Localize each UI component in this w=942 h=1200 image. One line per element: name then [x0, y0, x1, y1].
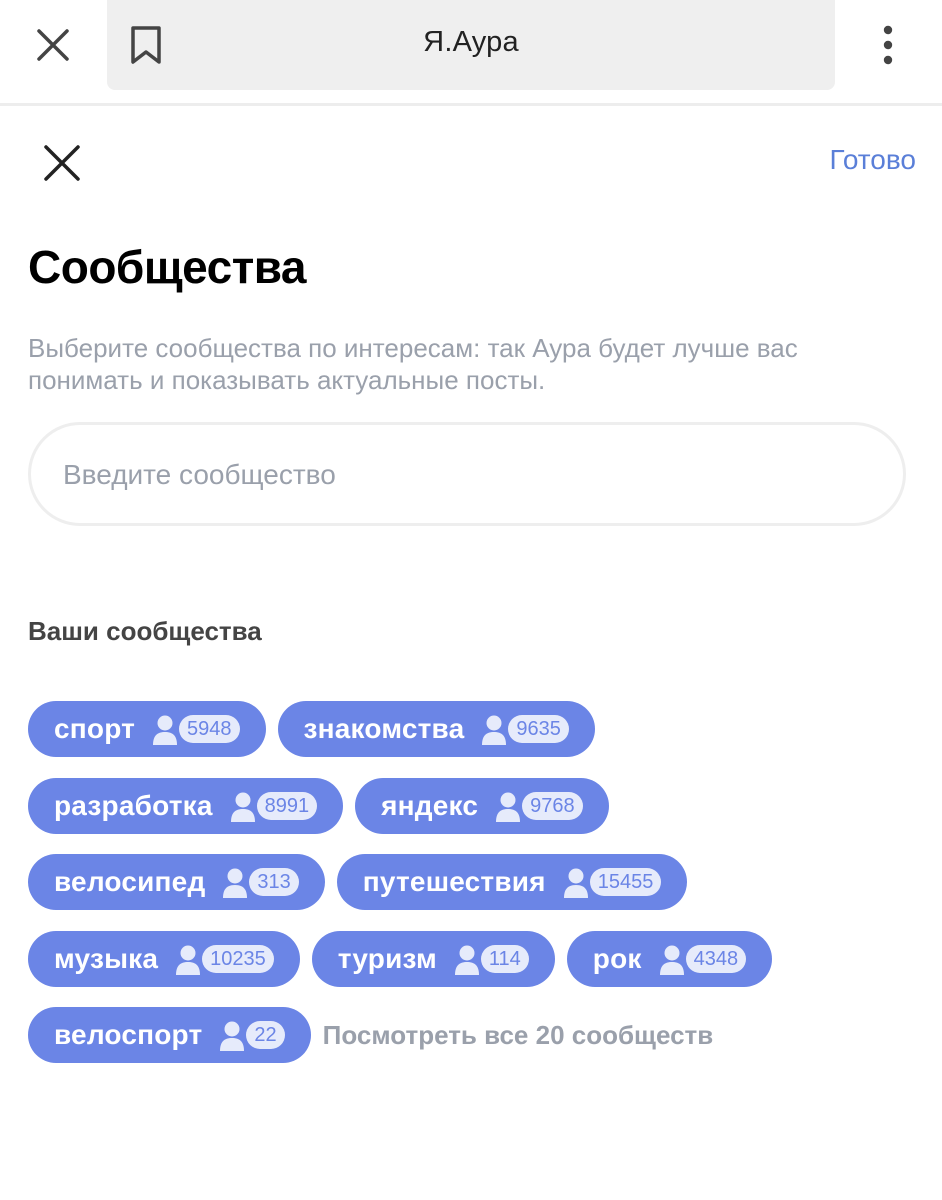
member-count: 15455 [589, 868, 662, 896]
user-icon [223, 866, 248, 898]
chip-row: музыка 10235 туризм 114 рок 4348 [28, 931, 784, 987]
chip-label: путешествия [362, 866, 546, 897]
user-icon [496, 790, 521, 822]
user-icon [153, 713, 178, 745]
done-button[interactable]: Готово [830, 144, 916, 176]
page-description: Выберите сообщества по интересам: так Ау… [28, 333, 798, 395]
member-count: 4348 [685, 945, 747, 973]
close-icon[interactable] [38, 140, 86, 186]
member-count: 5948 [179, 715, 240, 743]
address-bar-title: Я.Аура [423, 26, 519, 58]
community-search[interactable] [28, 422, 906, 526]
browser-toolbar: Я.Аура [0, 0, 942, 106]
community-chip-travel[interactable]: путешествия 15455 [336, 854, 688, 910]
chip-label: яндекс [381, 790, 479, 821]
member-count: 114 [480, 945, 529, 973]
chip-row: спорт 5948 знакомства 9635 [28, 701, 607, 757]
community-chip-yandex[interactable]: яндекс 9768 [355, 778, 609, 834]
community-chip-development[interactable]: разработка 8991 [28, 778, 344, 834]
section-title: Ваши сообщества [28, 616, 262, 646]
user-icon [176, 943, 201, 975]
community-chip-cycling[interactable]: велоспорт 22 [28, 1007, 311, 1063]
chip-label: туризм [337, 943, 437, 974]
community-chip-dating[interactable]: знакомства 9635 [277, 701, 595, 757]
member-count: 9768 [522, 792, 583, 820]
community-chip-rock[interactable]: рок 4348 [566, 931, 773, 987]
user-icon [220, 1019, 245, 1051]
chip-label: велосипед [54, 866, 206, 897]
member-count: 8991 [256, 792, 318, 820]
user-icon [563, 866, 588, 898]
page-title: Сообщества [28, 241, 307, 293]
member-count: 22 [246, 1021, 285, 1049]
member-count: 10235 [202, 945, 274, 973]
address-bar[interactable]: Я.Аура [107, 0, 835, 90]
community-chip-tourism[interactable]: туризм 114 [311, 931, 555, 987]
community-chip-music[interactable]: музыка 10235 [28, 931, 300, 987]
chip-row: велоспорт 22 Посмотреть все 20 сообществ [28, 1007, 713, 1063]
user-icon [659, 943, 684, 975]
member-count: 9635 [508, 715, 569, 743]
more-vertical-icon[interactable] [866, 22, 910, 68]
chip-label: рок [592, 943, 642, 974]
chip-label: велоспорт [54, 1019, 203, 1050]
chip-row: велосипед 313 путешествия 15455 [28, 854, 699, 910]
member-count: 313 [249, 868, 299, 896]
community-chip-bicycle[interactable]: велосипед 313 [28, 854, 325, 910]
chip-label: спорт [54, 713, 136, 744]
chip-label: разработка [54, 790, 213, 821]
community-chip-sport[interactable]: спорт 5948 [28, 701, 266, 757]
chip-row: разработка 8991 яндекс 9768 [28, 778, 621, 834]
user-icon [482, 713, 507, 745]
close-icon[interactable] [30, 24, 76, 66]
community-search-input[interactable] [63, 449, 863, 501]
bookmark-icon[interactable] [122, 22, 170, 68]
see-all-communities-link[interactable]: Посмотреть все 20 сообществ [323, 1020, 714, 1051]
chip-label: музыка [54, 943, 159, 974]
user-icon [454, 943, 479, 975]
chip-label: знакомства [303, 713, 465, 744]
user-icon [230, 790, 255, 822]
